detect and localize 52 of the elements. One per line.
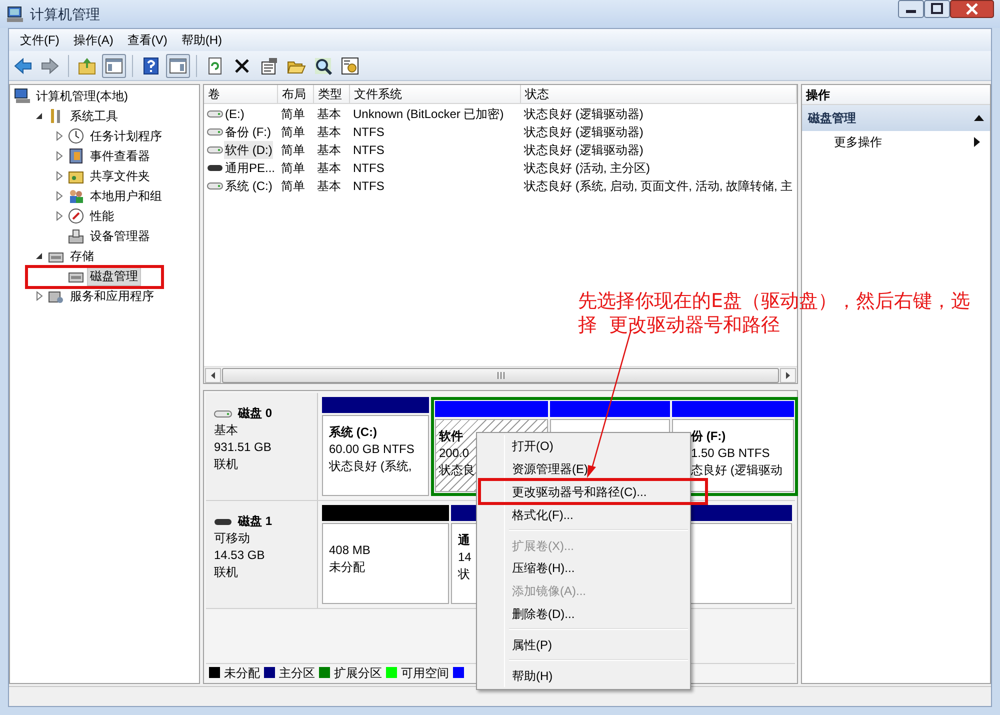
partition-info: 14 (458, 549, 472, 566)
table-cell-text: 简单 (281, 124, 305, 141)
window-title: 计算机管理 (30, 4, 100, 24)
table-cell-text: 状态良好 (逻辑驱动器) (524, 106, 644, 123)
action-label: 更多操作 (834, 134, 882, 151)
legend-label: 主分区 (279, 664, 315, 682)
partition-title: 份 (F:) (691, 428, 726, 445)
table-cell-text: 状态良好 (活动, 主分区) (524, 160, 650, 177)
disk-info: 联机 (214, 564, 239, 581)
partition-info: 态良好 (逻辑驱动 (691, 462, 782, 479)
partition-info: 状态良 (439, 462, 475, 479)
disk-info: 931.51 GB (214, 439, 272, 456)
table-cell-text: 简单 (281, 142, 305, 159)
disk-info: 基本 (214, 422, 239, 439)
annotation-text: 先选择你现在的E盘（驱动盘），然后右键，选择 更改驱动器号和路径 (578, 289, 972, 337)
table-cell-text: Unknown (BitLocker 已加密) (353, 106, 504, 123)
table-cell-text: NTFS (353, 178, 384, 195)
table-cell-text: NTFS (353, 142, 384, 159)
partition-info: 未分配 (329, 559, 365, 576)
disk-name: 磁盘 0 (238, 405, 272, 422)
partition-title: 系统 (C:) (329, 424, 377, 441)
table-cell-text: 基本 (317, 160, 341, 177)
legend-label: 未分配 (224, 664, 260, 682)
disk-info: 联机 (214, 456, 239, 473)
disk-info: 14.53 GB (214, 547, 266, 564)
table-cell-text: 状态良好 (系统, 启动, 页面文件, 活动, 故障转储, 主 (524, 178, 793, 195)
legend-label: 可用空间 (401, 664, 449, 682)
partition-title: 通 (458, 532, 470, 549)
partition-info: 状 (458, 566, 470, 583)
legend-label: 扩展分区 (334, 664, 382, 682)
table-cell-text: NTFS (353, 160, 384, 177)
table-cell-text: 状态良好 (逻辑驱动器) (524, 124, 644, 141)
partition-info: 1.50 GB NTFS (691, 445, 770, 462)
table-cell-text: 基本 (317, 178, 341, 195)
table-cell-text: NTFS (353, 124, 384, 141)
table-cell-text: 基本 (317, 124, 341, 141)
table-cell-text: 状态良好 (逻辑驱动器) (524, 142, 644, 159)
table-cell-text: 简单 (281, 106, 305, 123)
menu-item: 扩展卷(X)... (511, 538, 575, 555)
partition-title: 软件 (439, 428, 463, 445)
disk-name: 磁盘 1 (238, 513, 272, 530)
partition-info: 408 MB (329, 542, 370, 559)
table-cell-text: 基本 (317, 142, 341, 159)
partition-info: 200.0 (439, 445, 470, 462)
menu-item: 添加镜像(A)... (511, 583, 587, 600)
table-cell-text: 简单 (281, 178, 305, 195)
partition-info: 状态良好 (系统, (329, 458, 412, 475)
table-cell-text: 基本 (317, 106, 341, 123)
section-title: 磁盘管理 (808, 110, 856, 127)
partition-info: 60.00 GB NTFS (329, 441, 414, 458)
table-cell-text: 简单 (281, 160, 305, 177)
disk-info: 可移动 (214, 530, 251, 547)
